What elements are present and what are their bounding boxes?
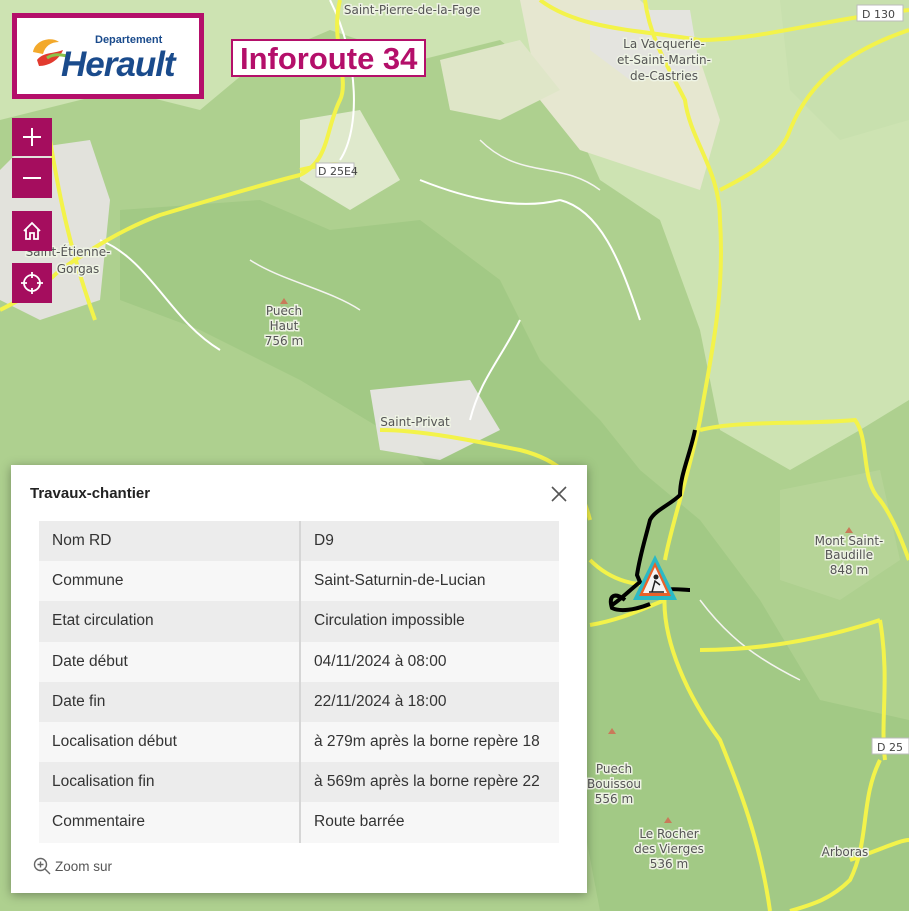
row-value: D9	[300, 521, 559, 562]
row-key: Commentaire	[39, 802, 301, 843]
row-value: à 569m après la borne repère 22	[300, 762, 559, 803]
row-key: Localisation début	[39, 721, 301, 763]
home-button[interactable]	[12, 211, 52, 251]
close-icon[interactable]	[550, 485, 568, 503]
app-title: Inforoute 34	[231, 39, 427, 77]
place-label: Haut	[270, 319, 299, 333]
row-value: 22/11/2024 à 18:00	[300, 681, 559, 722]
row-key: Commune	[39, 561, 301, 602]
place-label: Puech	[266, 304, 302, 318]
crosshair-icon	[21, 272, 43, 294]
row-key: Date fin	[39, 681, 301, 722]
svg-text:D 130: D 130	[862, 8, 895, 21]
row-key: Localisation fin	[39, 762, 301, 803]
place-label: de-Castries	[630, 69, 698, 83]
table-row: Localisation fin à 569m après la borne re…	[39, 762, 559, 803]
plus-icon	[23, 128, 41, 146]
table-row: Commune Saint-Saturnin-de-Lucian	[39, 561, 559, 602]
place-label: Puech	[596, 762, 632, 776]
place-label: Bouissou	[587, 777, 641, 791]
place-label: Saint-Privat	[380, 415, 450, 429]
info-popup: Travaux-chantier Nom RD D9 Commune Saint-S…	[11, 465, 587, 893]
zoom-in-button[interactable]	[12, 118, 52, 156]
zoom-to-link[interactable]: Zoom sur	[33, 857, 112, 875]
place-label: Le Rocher	[639, 827, 698, 841]
place-label: 556 m	[595, 792, 633, 806]
row-key: Date début	[39, 641, 301, 682]
place-label: des Vierges	[634, 842, 704, 856]
road-shield: D 25E4	[315, 162, 358, 178]
place-label: La Vacquerie-	[623, 37, 705, 51]
row-value: Route barrée	[300, 802, 559, 843]
row-key: Nom RD	[39, 521, 301, 562]
place-label: et-Saint-Martin-	[617, 53, 711, 67]
popup-title: Travaux-chantier	[30, 485, 151, 502]
table-row: Commentaire Route barrée	[39, 802, 559, 843]
zoom-in-icon	[33, 857, 51, 875]
logo-big-text: Herault	[61, 45, 176, 84]
place-label: Mont Saint-	[815, 534, 884, 548]
place-label: 848 m	[830, 563, 868, 577]
minus-icon	[23, 177, 41, 179]
table-row: Etat circulation Circulation impossible	[39, 601, 559, 642]
road-shield: D 130	[856, 4, 904, 22]
place-label: 536 m	[650, 857, 688, 871]
place-label: Gorgas	[57, 262, 100, 276]
table-row: Localisation début à 279m après la borne …	[39, 721, 559, 763]
place-label: 756 m	[265, 334, 303, 348]
row-key: Etat circulation	[39, 601, 301, 642]
home-icon	[23, 221, 41, 240]
svg-text:D 25E4: D 25E4	[318, 165, 358, 178]
row-value: à 279m après la borne repère 18	[300, 721, 559, 763]
locate-button[interactable]	[12, 263, 52, 303]
place-label: Saint-Pierre-de-la-Fage	[344, 3, 480, 17]
details-table: Nom RD D9 Commune Saint-Saturnin-de-Lucian…	[39, 521, 559, 843]
zoom-out-button[interactable]	[12, 158, 52, 198]
logo[interactable]: Departement Herault	[12, 13, 204, 99]
table-row: Date début 04/11/2024 à 08:00	[39, 641, 559, 682]
table-row: Date fin 22/11/2024 à 18:00	[39, 681, 559, 722]
place-label: Arboras	[822, 845, 869, 859]
table-row: Nom RD D9	[39, 521, 559, 562]
svg-text:D 25: D 25	[877, 741, 903, 754]
place-label: Baudille	[825, 548, 873, 562]
row-value: Circulation impossible	[300, 601, 559, 642]
road-shield: D 25	[871, 737, 909, 755]
zoom-label: Zoom sur	[55, 858, 113, 874]
row-value: 04/11/2024 à 08:00	[300, 641, 559, 682]
row-value: Saint-Saturnin-de-Lucian	[300, 561, 559, 602]
